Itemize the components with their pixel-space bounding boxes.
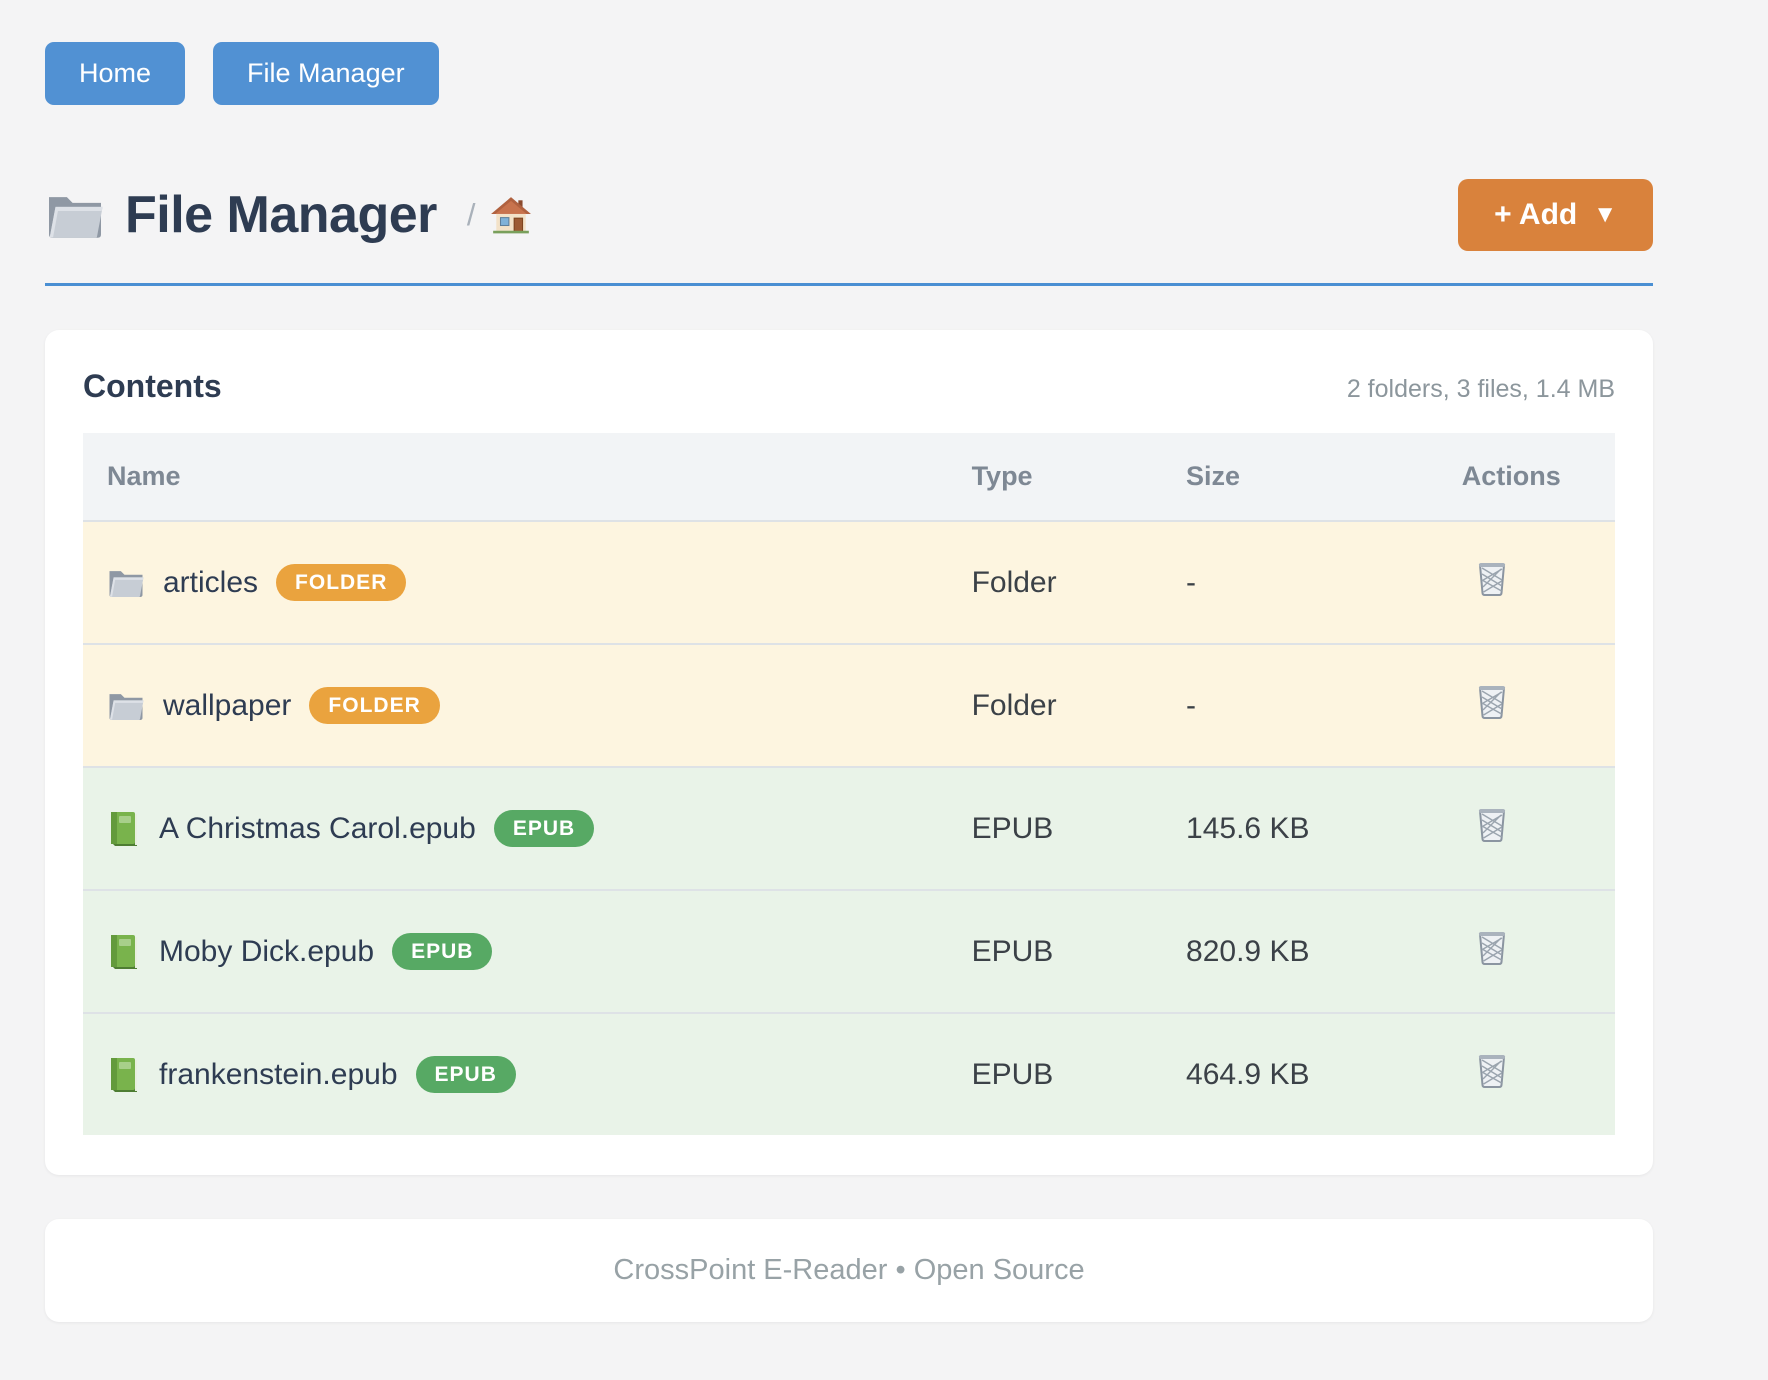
file-type-badge: FOLDER xyxy=(276,564,406,601)
file-type: EPUB xyxy=(972,1013,1186,1135)
table-row[interactable]: Moby Dick.epub EPUB EPUB 820.9 KB xyxy=(83,890,1615,1013)
trash-icon xyxy=(1476,806,1508,843)
book-icon xyxy=(107,1056,141,1094)
column-header-actions: Actions xyxy=(1462,433,1615,521)
folder-icon xyxy=(107,566,145,599)
book-icon xyxy=(107,810,141,848)
contents-summary: 2 folders, 3 files, 1.4 MB xyxy=(1347,375,1615,404)
file-name-link[interactable]: wallpaper xyxy=(163,689,291,723)
header-divider xyxy=(45,283,1653,286)
footer-text: CrossPoint E-Reader • Open Source xyxy=(613,1254,1084,1286)
footer: CrossPoint E-Reader • Open Source xyxy=(45,1219,1653,1322)
breadcrumb-separator: / xyxy=(467,197,476,233)
file-name-link[interactable]: Moby Dick.epub xyxy=(159,935,374,969)
delete-button[interactable] xyxy=(1462,560,1508,600)
file-name-link[interactable]: articles xyxy=(163,566,258,600)
folder-title-icon xyxy=(45,189,105,241)
column-header-size: Size xyxy=(1186,433,1462,521)
page-header: File Manager / + Add ▼ xyxy=(45,179,1653,251)
trash-icon xyxy=(1476,929,1508,966)
page-title: File Manager xyxy=(125,185,437,245)
home-icon[interactable] xyxy=(490,194,532,236)
file-type: Folder xyxy=(972,644,1186,767)
book-icon xyxy=(107,933,141,971)
file-size: 820.9 KB xyxy=(1186,890,1462,1013)
contents-card: Contents 2 folders, 3 files, 1.4 MB Name… xyxy=(45,330,1653,1175)
table-body: articles FOLDER Folder - xyxy=(83,521,1615,1135)
trash-icon xyxy=(1476,1052,1508,1089)
add-button[interactable]: + Add ▼ xyxy=(1458,179,1653,251)
table-row[interactable]: A Christmas Carol.epub EPUB EPUB 145.6 K… xyxy=(83,767,1615,890)
trash-icon xyxy=(1476,683,1508,720)
add-button-label: + Add xyxy=(1494,198,1577,232)
file-name-link[interactable]: A Christmas Carol.epub xyxy=(159,812,476,846)
file-type-badge: EPUB xyxy=(416,1056,516,1093)
file-type-badge: EPUB xyxy=(494,810,594,847)
file-type-badge: EPUB xyxy=(392,933,492,970)
contents-title: Contents xyxy=(83,368,222,405)
table-header-row: Name Type Size Actions xyxy=(83,433,1615,521)
delete-button[interactable] xyxy=(1462,683,1508,723)
page-container: Home File Manager File Manager / xyxy=(45,0,1653,1322)
nav-home-button[interactable]: Home xyxy=(45,42,185,105)
breadcrumb: / xyxy=(467,194,532,236)
file-type: EPUB xyxy=(972,767,1186,890)
table-row[interactable]: frankenstein.epub EPUB EPUB 464.9 KB xyxy=(83,1013,1615,1135)
file-type: Folder xyxy=(972,521,1186,644)
top-nav: Home File Manager xyxy=(45,42,1653,105)
file-size: 145.6 KB xyxy=(1186,767,1462,890)
delete-button[interactable] xyxy=(1462,1052,1508,1092)
file-type-badge: FOLDER xyxy=(309,687,439,724)
file-size: - xyxy=(1186,644,1462,767)
nav-file-manager-button[interactable]: File Manager xyxy=(213,42,439,105)
table-row[interactable]: articles FOLDER Folder - xyxy=(83,521,1615,644)
folder-icon xyxy=(107,689,145,722)
table-row[interactable]: wallpaper FOLDER Folder - xyxy=(83,644,1615,767)
caret-down-icon: ▼ xyxy=(1593,201,1617,229)
file-name-link[interactable]: frankenstein.epub xyxy=(159,1058,398,1092)
column-header-name: Name xyxy=(83,433,972,521)
file-table: Name Type Size Actions xyxy=(83,433,1615,1135)
trash-icon xyxy=(1476,560,1508,597)
delete-button[interactable] xyxy=(1462,929,1508,969)
column-header-type: Type xyxy=(972,433,1186,521)
file-size: - xyxy=(1186,521,1462,644)
delete-button[interactable] xyxy=(1462,806,1508,846)
file-size: 464.9 KB xyxy=(1186,1013,1462,1135)
file-type: EPUB xyxy=(972,890,1186,1013)
